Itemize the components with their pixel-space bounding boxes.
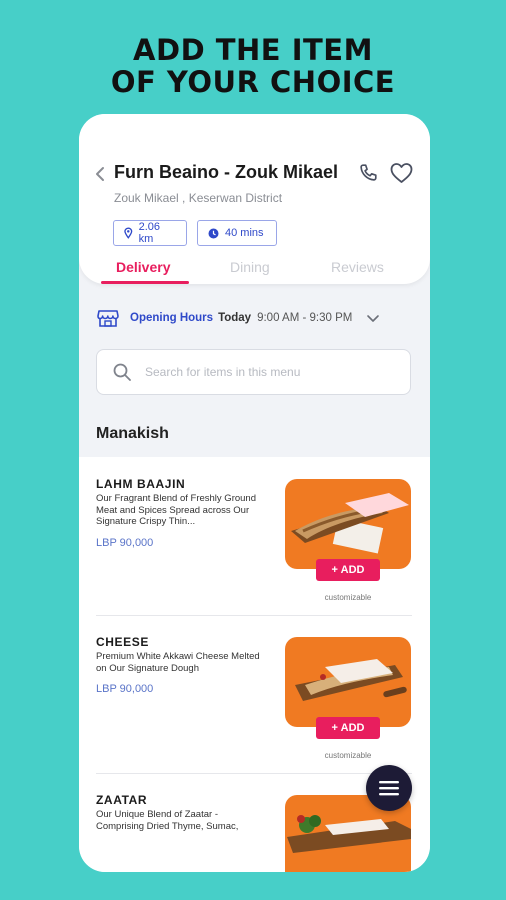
customizable-label: customizable	[324, 593, 372, 602]
item-price: LBP 90,000	[96, 683, 154, 695]
distance-value: 2.06 km	[138, 221, 161, 245]
headline: ADD THE ITEM OF YOUR CHOICE	[0, 34, 506, 98]
search-input[interactable]	[145, 350, 400, 394]
item-image[interactable]	[285, 637, 411, 727]
chevron-down-icon[interactable]	[366, 313, 380, 323]
menu-search	[96, 349, 411, 395]
tab-reviews[interactable]: Reviews	[331, 259, 384, 275]
tab-delivery[interactable]: Delivery	[116, 259, 170, 275]
menu-item[interactable]: CHEESE Premium White Akkawi Cheese Melte…	[96, 615, 412, 773]
restaurant-name: Furn Beaino - Zouk Mikael	[114, 162, 339, 182]
item-price: LBP 90,000	[96, 537, 154, 549]
search-icon	[113, 363, 131, 381]
clock-icon	[208, 228, 219, 238]
distance-chip: 2.06 km	[113, 220, 187, 246]
menu-item[interactable]: ZAATAR Our Unique Blend of Zaatar - Comp…	[96, 773, 412, 872]
restaurant-location: Zouk Mikael , Keserwan District	[114, 191, 283, 205]
opening-hours-day: Today	[218, 312, 252, 324]
phone-screen: Furn Beaino - Zouk Mikael Zouk Mikael , …	[79, 114, 430, 872]
headline-line-1: ADD THE ITEM	[133, 33, 373, 67]
add-button[interactable]: + ADD	[316, 559, 380, 581]
tab-bar: Delivery Dining Reviews	[79, 254, 430, 284]
delivery-time-chip: 40 mins	[197, 220, 277, 246]
item-name: LAHM BAAJIN	[96, 477, 186, 491]
opening-hours-label: Opening Hours	[130, 312, 214, 324]
section-title: Manakish	[96, 425, 169, 442]
delivery-time-value: 40 mins	[225, 227, 264, 239]
tab-dining[interactable]: Dining	[230, 259, 270, 275]
customizable-label: customizable	[324, 751, 372, 760]
item-description: Our Fragrant Blend of Freshly Ground Mea…	[96, 493, 256, 528]
phone-icon[interactable]	[357, 162, 379, 184]
item-description: Our Unique Blend of Zaatar - Comprising …	[96, 809, 239, 832]
restaurant-header: Furn Beaino - Zouk Mikael Zouk Mikael , …	[79, 114, 430, 284]
item-image[interactable]	[285, 479, 411, 569]
item-name: CHEESE	[96, 635, 149, 649]
menu-icon	[379, 781, 399, 796]
location-pin-icon	[124, 227, 133, 239]
menu-list: LAHM BAAJIN Our Fragrant Blend of Freshl…	[79, 457, 430, 872]
add-button[interactable]: + ADD	[316, 717, 380, 739]
item-description: Premium White Akkawi Cheese Melted on Ou…	[96, 651, 260, 674]
heart-icon[interactable]	[389, 161, 414, 185]
item-name: ZAATAR	[96, 793, 148, 807]
menu-fab-button[interactable]	[366, 765, 412, 811]
menu-item[interactable]: LAHM BAAJIN Our Fragrant Blend of Freshl…	[96, 457, 412, 615]
opening-hours-time: 9:00 AM - 9:30 PM	[257, 312, 353, 324]
active-tab-indicator	[101, 281, 189, 284]
back-chevron-icon[interactable]	[93, 164, 107, 184]
headline-line-2: OF YOUR CHOICE	[110, 65, 396, 99]
opening-hours[interactable]: Opening Hours Today 9:00 AM - 9:30 PM	[97, 306, 417, 330]
store-icon	[97, 310, 119, 327]
